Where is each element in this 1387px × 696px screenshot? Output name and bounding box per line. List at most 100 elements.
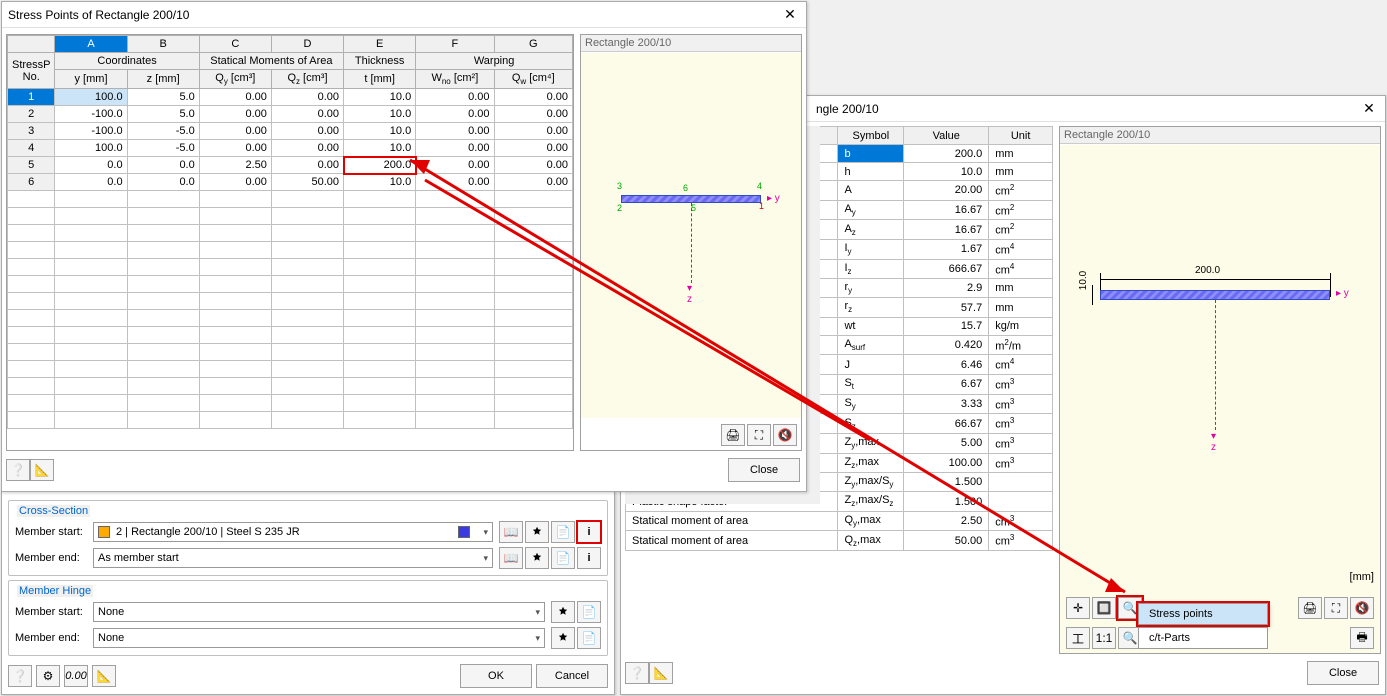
cell[interactable]: 0.00 [199,140,271,157]
new-cs-button-2[interactable]: 🟊 [525,547,549,569]
cell[interactable]: 0.00 [271,140,343,157]
row-header[interactable]: 6 [8,174,55,191]
fit-icon[interactable]: ⛶ [747,424,771,446]
units-icon[interactable]: 0.00 [64,665,88,687]
export-icon[interactable]: 🖨 [721,424,745,446]
symbol-cell[interactable]: St [838,374,904,394]
print-icon[interactable]: 🖶 [1350,627,1374,649]
mute-icon[interactable]: 🔇 [1350,597,1374,619]
symbol-cell[interactable]: Ay [838,200,904,220]
hinge-end-combo[interactable]: None [93,628,545,648]
value-cell[interactable]: 3.33 [904,394,989,414]
value-cell[interactable]: 20.00 [904,181,989,201]
cell[interactable]: 100.0 [55,140,127,157]
cell[interactable]: 0.0 [55,174,127,191]
help-icon[interactable]: ❔ [625,662,649,684]
zoom-icon[interactable]: 🔲 [1092,597,1116,619]
cell[interactable]: 200.0 [344,157,416,174]
symbol-cell[interactable]: Iy [838,239,904,259]
value-cell[interactable]: 100.00 [904,453,989,473]
info-button-2[interactable]: i [577,547,601,569]
symbol-cell[interactable]: Sy [838,394,904,414]
fit-icon[interactable]: ⛶ [1324,597,1348,619]
symbol-cell[interactable]: Zz,max/Sz [838,492,904,511]
row-header[interactable]: 4 [8,140,55,157]
cell[interactable]: 10.0 [344,123,416,140]
cell[interactable]: 0.0 [127,157,199,174]
symbol-cell[interactable]: h [838,163,904,181]
cell[interactable]: 100.0 [55,89,127,106]
edit-hinge-button-2[interactable]: 📄 [577,627,601,649]
close-button[interactable]: Close [728,458,800,482]
settings-icon[interactable]: ⚙ [36,665,60,687]
value-cell[interactable]: 1.67 [904,239,989,259]
library-button-2[interactable]: 📖 [499,547,523,569]
cell[interactable]: -5.0 [127,123,199,140]
symbol-cell[interactable]: Iz [838,259,904,279]
help-icon[interactable]: ❔ [8,665,32,687]
value-cell[interactable]: 2.9 [904,279,989,298]
cell[interactable]: 0.00 [416,140,494,157]
symbol-cell[interactable]: wt [838,317,904,335]
value-cell[interactable]: 2.50 [904,511,989,531]
section-icon[interactable]: 工 [1066,627,1090,649]
value-cell[interactable]: 200.0 [904,145,989,163]
symbol-cell[interactable]: Qy,max [838,511,904,531]
symbol-cell[interactable]: A [838,181,904,201]
mute-icon[interactable]: 🔇 [773,424,797,446]
value-cell[interactable]: 666.67 [904,259,989,279]
tool-icon[interactable]: 📐 [649,662,673,684]
value-cell[interactable]: 66.67 [904,414,989,434]
symbol-cell[interactable]: b [838,145,904,163]
value-cell[interactable]: 57.7 [904,298,989,317]
cell[interactable]: 0.0 [127,174,199,191]
symbol-cell[interactable]: Zy,max [838,433,904,453]
stress-points-table[interactable]: A B C D E F G StressP No. Coordinates St… [7,35,573,429]
value-cell[interactable]: 10.0 [904,163,989,181]
library-button[interactable]: 📖 [499,521,523,543]
cell[interactable]: -100.0 [55,106,127,123]
symbol-cell[interactable]: rz [838,298,904,317]
cell[interactable]: 0.00 [494,174,572,191]
value-cell[interactable]: 15.7 [904,317,989,335]
cell[interactable]: 0.00 [271,123,343,140]
row-header[interactable]: 2 [8,106,55,123]
row-header[interactable]: 3 [8,123,55,140]
symbol-cell[interactable]: Qz,max [838,531,904,551]
value-cell[interactable]: 5.00 [904,433,989,453]
hinge-start-combo[interactable]: None [93,602,545,622]
value-cell[interactable]: 16.67 [904,220,989,240]
ctparts-item[interactable]: c/t-Parts [1139,628,1267,648]
edit-button[interactable]: 📄 [551,521,575,543]
cell[interactable]: 0.0 [55,157,127,174]
edit-button-2[interactable]: 📄 [551,547,575,569]
cell[interactable]: -5.0 [127,140,199,157]
value-cell[interactable]: 1.500 [904,473,989,492]
symbol-cell[interactable]: Asurf [838,335,904,355]
value-cell[interactable]: 50.00 [904,531,989,551]
row-header[interactable]: 5 [8,157,55,174]
ok-button[interactable]: OK [460,664,532,688]
cell[interactable]: 0.00 [416,106,494,123]
cell[interactable]: 0.00 [199,106,271,123]
cell[interactable]: 10.0 [344,174,416,191]
export-icon[interactable]: 🖨 [1298,597,1322,619]
cell[interactable]: 0.00 [416,174,494,191]
symbol-cell[interactable]: Zz,max [838,453,904,473]
cell[interactable]: 10.0 [344,106,416,123]
cell[interactable]: 0.00 [199,89,271,106]
edit-hinge-button[interactable]: 📄 [577,601,601,623]
cell[interactable]: 0.00 [494,157,572,174]
info-button[interactable]: i [577,521,601,543]
value-cell[interactable]: 0.420 [904,335,989,355]
tool-icon[interactable]: 📐 [92,665,116,687]
stress-points-item[interactable]: Stress points [1139,604,1267,624]
cell[interactable]: 5.0 [127,89,199,106]
cell[interactable]: 5.0 [127,106,199,123]
symbol-cell[interactable]: Az [838,220,904,240]
close-icon[interactable]: ✕ [780,5,800,25]
cell[interactable]: 0.00 [494,89,572,106]
cs-end-combo[interactable]: As member start [93,548,493,568]
cancel-button[interactable]: Cancel [536,664,608,688]
tool-icon[interactable]: 📐 [30,459,54,481]
